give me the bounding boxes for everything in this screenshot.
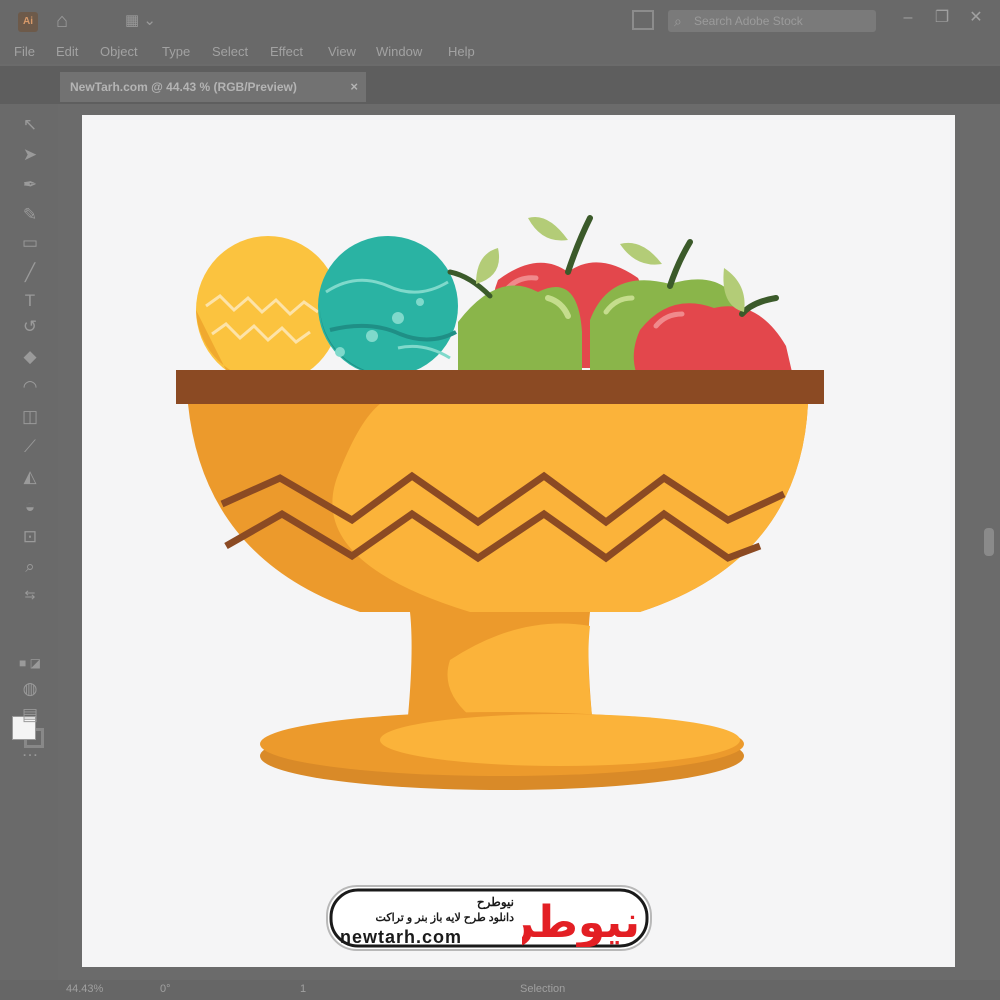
maximize-button[interactable]: ❐ bbox=[930, 6, 954, 30]
svg-text:نیوطرح: نیوطرح bbox=[522, 897, 640, 947]
paintbrush-tool-icon[interactable]: ╱ bbox=[19, 262, 41, 284]
selection-tool-icon[interactable]: ↖ bbox=[19, 114, 41, 136]
minimize-button[interactable]: – bbox=[896, 6, 920, 30]
watermark-logo: نیوطرح دانلود طرح لایه باز بنر و تراکت n… bbox=[326, 885, 652, 951]
website-url: newtarh.com bbox=[340, 927, 463, 947]
green-apple-left bbox=[447, 248, 582, 372]
menu-object[interactable]: Object bbox=[100, 44, 138, 59]
menu-effect[interactable]: Effect bbox=[270, 44, 303, 59]
menu-select[interactable]: Select bbox=[212, 44, 248, 59]
free-transform-tool-icon[interactable]: ◫ bbox=[19, 406, 41, 428]
direct-selection-tool-icon[interactable]: ➤ bbox=[19, 144, 41, 166]
more-tools-icon[interactable]: … bbox=[19, 740, 41, 762]
close-tab-icon[interactable]: × bbox=[350, 72, 358, 102]
screen-mode-icon[interactable]: ▤ bbox=[19, 704, 41, 726]
close-window-button[interactable]: ✕ bbox=[964, 6, 988, 30]
menu-type[interactable]: Type bbox=[162, 44, 190, 59]
shape-builder-tool-icon[interactable]: ◭ bbox=[19, 466, 41, 488]
type-tool-icon[interactable]: T bbox=[19, 290, 41, 312]
fruit-bowl-illustration bbox=[176, 215, 824, 790]
status-mode: Selection bbox=[520, 983, 566, 995]
pen-tool-icon[interactable]: ✒ bbox=[19, 174, 41, 196]
search-icon: ⌕ bbox=[674, 13, 682, 29]
rotation-angle[interactable]: 0° bbox=[160, 983, 171, 995]
arrange-documents-icon[interactable] bbox=[632, 10, 654, 30]
menu-view[interactable]: View bbox=[328, 44, 356, 59]
document-tab[interactable]: NewTarh.com @ 44.43 % (RGB/Preview) × bbox=[60, 72, 366, 102]
color-mode-icon[interactable]: ■ ◪ bbox=[19, 652, 41, 674]
blend-tool-icon[interactable]: ◒ bbox=[19, 496, 41, 518]
search-placeholder: Search Adobe Stock bbox=[694, 14, 803, 28]
menu-help[interactable]: Help bbox=[448, 44, 475, 59]
workspace-switcher-icon[interactable]: ▦ ⌄ bbox=[125, 11, 169, 31]
application-bar: Ai ⌂ ▦ ⌄ ⌕ Search Adobe Stock – ❐ ✕ bbox=[0, 0, 1000, 42]
rectangle-tool-icon[interactable]: ▭ bbox=[19, 232, 41, 254]
warp-tool-icon[interactable]: ◠ bbox=[19, 376, 41, 398]
newtarh-logo-mark: نیوطرح bbox=[522, 897, 640, 947]
eraser-tool-icon[interactable]: ◆ bbox=[19, 346, 41, 368]
search-input[interactable]: ⌕ Search Adobe Stock bbox=[668, 10, 876, 32]
home-icon[interactable]: ⌂ bbox=[56, 10, 78, 32]
vertical-scrollbar[interactable] bbox=[984, 528, 994, 556]
tools-panel: ↖ ➤ ✒ ✎ ▭ ╱ T ↺ ◆ ◠ ◫ ⟋ ◭ ◒ ⊡ ⌕ ⇆ ■ ◪ ◍ … bbox=[0, 104, 58, 980]
brand-name-persian: نیوطرح bbox=[476, 895, 514, 909]
curvature-tool-icon[interactable]: ✎ bbox=[19, 204, 41, 226]
menu-file[interactable]: File bbox=[14, 44, 35, 59]
menu-window[interactable]: Window bbox=[376, 44, 422, 59]
zoom-level[interactable]: 44.43% bbox=[66, 983, 103, 995]
menu-edit[interactable]: Edit bbox=[56, 44, 78, 59]
illustrator-app-icon: Ai bbox=[18, 12, 38, 32]
teal-egg bbox=[318, 236, 458, 376]
status-bar: 44.43% 0° 1 Selection bbox=[0, 980, 1000, 1000]
bowl bbox=[176, 370, 824, 790]
zoom-tool-icon[interactable]: ⌕ bbox=[19, 556, 41, 578]
rotate-tool-icon[interactable]: ↺ bbox=[19, 316, 41, 338]
artboard-number[interactable]: 1 bbox=[300, 983, 306, 995]
document-tab-title: NewTarh.com @ 44.43 % (RGB/Preview) bbox=[70, 80, 297, 94]
drawing-mode-icon[interactable]: ◍ bbox=[19, 678, 41, 700]
menu-bar: File Edit Object Type Select Effect View… bbox=[0, 42, 1000, 64]
tagline-persian: دانلود طرح لایه باز بنر و تراکت bbox=[375, 912, 514, 924]
artboard-tool-icon[interactable]: ⊡ bbox=[19, 526, 41, 548]
eyedropper-tool-icon[interactable]: ⟋ bbox=[19, 436, 41, 458]
swap-colors-icon[interactable]: ⇆ bbox=[19, 584, 41, 606]
